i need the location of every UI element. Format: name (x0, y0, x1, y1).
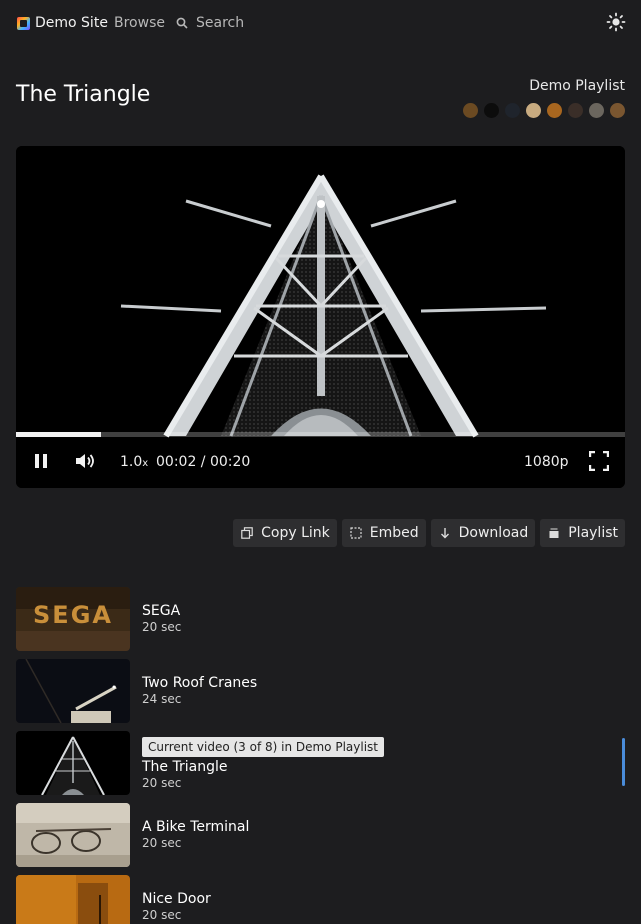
video-title: Nice Door (142, 891, 211, 907)
color-swatch (505, 103, 520, 118)
list-item[interactable]: A Bike Terminal 20 sec (16, 803, 625, 867)
search-input[interactable]: Search (176, 15, 244, 31)
video-title: Two Roof Cranes (142, 675, 258, 691)
video-actions: Copy Link Embed Download Playlist (233, 519, 625, 547)
embed-button[interactable]: Embed (341, 519, 426, 547)
copy-icon (241, 527, 253, 539)
top-navigation: Demo Site Browse Search (0, 0, 641, 46)
list-item[interactable]: SEGA SEGA 20 sec (16, 587, 625, 651)
fullscreen-icon (588, 450, 610, 472)
video-duration: 20 sec (142, 908, 182, 922)
video-thumbnail: SEGA (16, 587, 130, 651)
video-title: The Triangle (142, 759, 228, 775)
list-item[interactable]: Nice Door 20 sec (16, 875, 625, 924)
sun-icon (606, 12, 626, 32)
page-title: The Triangle (16, 82, 151, 107)
color-palette (463, 103, 625, 118)
video-thumbnail (16, 659, 130, 723)
volume-button[interactable] (74, 451, 98, 471)
playlist-label: Playlist (568, 525, 618, 541)
player-controls: 1.0x 00:02 / 00:20 1080p (16, 442, 625, 482)
progress-fill (16, 432, 102, 437)
color-swatch (547, 103, 562, 118)
speed-value: 1.0 (120, 454, 143, 470)
embed-label: Embed (369, 525, 419, 541)
progress-bar[interactable] (16, 432, 625, 437)
list-item[interactable]: Two Roof Cranes 24 sec (16, 659, 625, 723)
speed-suffix: x (142, 458, 149, 469)
download-label: Download (458, 525, 529, 541)
video-duration: 20 sec (142, 620, 182, 634)
quality-button[interactable]: 1080p (524, 454, 569, 470)
fullscreen-button[interactable] (588, 450, 610, 472)
theme-toggle-button[interactable] (606, 12, 626, 32)
video-title: A Bike Terminal (142, 819, 250, 835)
video-thumbnail (16, 803, 130, 867)
pause-icon (35, 454, 47, 468)
current-indicator (622, 738, 625, 786)
video-title: SEGA (142, 603, 181, 619)
video-duration: 20 sec (142, 776, 182, 790)
svg-text:SEGA: SEGA (33, 601, 113, 629)
video-thumbnail (16, 731, 130, 795)
playback-speed-button[interactable]: 1.0x (120, 454, 148, 470)
embed-icon (350, 527, 362, 539)
video-thumbnail (16, 875, 130, 924)
copy-link-button[interactable]: Copy Link (233, 519, 337, 547)
video-duration: 20 sec (142, 836, 182, 850)
color-swatch (610, 103, 625, 118)
copy-link-label: Copy Link (261, 525, 330, 541)
color-swatch (484, 103, 499, 118)
site-name: Demo Site (35, 15, 108, 31)
volume-icon (76, 454, 94, 468)
time-display: 00:02 / 00:20 (156, 454, 251, 470)
playlist-button[interactable]: Playlist (540, 519, 625, 547)
playlist-link[interactable]: Demo Playlist (529, 78, 625, 94)
download-button[interactable]: Download (430, 519, 536, 547)
list-item-current[interactable]: Current video (3 of 8) in Demo Playlist … (16, 731, 625, 795)
color-swatch (463, 103, 478, 118)
current-video-badge: Current video (3 of 8) in Demo Playlist (142, 737, 384, 757)
browse-link[interactable]: Browse (114, 15, 165, 31)
video-player[interactable]: 1.0x 00:02 / 00:20 1080p (16, 146, 625, 488)
playlist-icon (549, 528, 559, 538)
search-icon (176, 17, 188, 29)
color-swatch (589, 103, 604, 118)
color-swatch (568, 103, 583, 118)
site-logo-link[interactable]: Demo Site (17, 15, 108, 31)
download-arrow-icon (440, 528, 449, 539)
video-duration: 24 sec (142, 692, 182, 706)
pause-button[interactable] (32, 452, 50, 470)
site-logo-icon (17, 16, 30, 30)
color-swatch (526, 103, 541, 118)
search-placeholder: Search (196, 15, 245, 31)
